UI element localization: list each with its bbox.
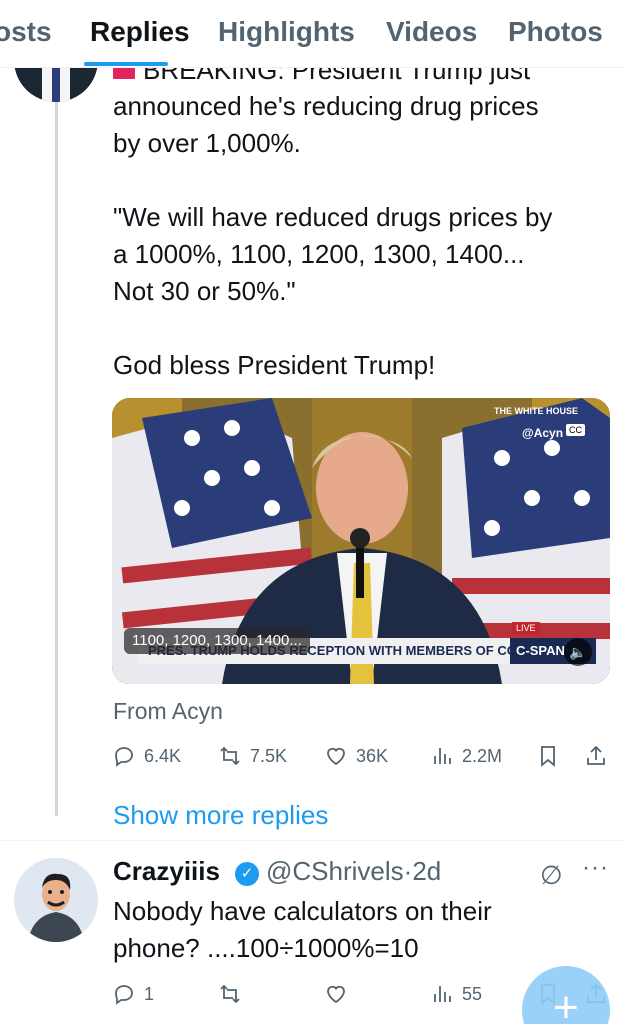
views-button[interactable]: 55 bbox=[430, 982, 482, 1006]
views-button[interactable]: 2.2M bbox=[430, 744, 502, 768]
tweet-text-line: Not 30 or 50%." bbox=[113, 276, 296, 306]
tweet-text-line: a 1000%, 1100, 1200, 1300, 1400... bbox=[113, 239, 525, 269]
view-count: 2.2M bbox=[462, 745, 503, 766]
thread-line bbox=[55, 96, 58, 816]
reply-author-name[interactable]: Crazyiiis bbox=[113, 856, 220, 887]
tab-videos[interactable]: Videos bbox=[386, 16, 477, 48]
repost-count: 7.5K bbox=[250, 745, 288, 766]
views-icon bbox=[434, 748, 451, 764]
reply-count: 1 bbox=[144, 983, 155, 1004]
divider bbox=[0, 840, 624, 841]
tab-highlights[interactable]: Highlights bbox=[218, 16, 355, 48]
active-tab-indicator bbox=[84, 62, 168, 66]
reply-author-handle[interactable]: @CShrivels·2d bbox=[266, 856, 441, 887]
profile-tabs: osts Replies Highlights Videos Photos bbox=[0, 0, 624, 68]
heart-icon bbox=[327, 747, 345, 766]
bookmark-icon bbox=[541, 746, 555, 767]
reply-count: 6.4K bbox=[144, 745, 182, 766]
share-button[interactable] bbox=[584, 744, 616, 768]
like-button[interactable]: 36K bbox=[324, 744, 388, 768]
repost-icon bbox=[220, 984, 240, 1004]
heart-icon bbox=[327, 985, 345, 1004]
cc-badge: CC bbox=[566, 424, 585, 436]
reply-text-line: phone? ....100÷1000%=10 bbox=[113, 933, 419, 963]
tab-posts[interactable]: osts bbox=[0, 16, 52, 48]
white-house-label: THE WHITE HOUSE bbox=[494, 406, 579, 416]
bookmark-button[interactable] bbox=[536, 744, 568, 768]
view-count: 55 bbox=[462, 983, 483, 1004]
reply-avatar[interactable] bbox=[14, 858, 98, 942]
repost-icon bbox=[220, 746, 240, 766]
reply-icon bbox=[115, 747, 133, 767]
tweet-text-line: by over 1,000%. bbox=[113, 128, 301, 158]
live-badge: LIVE bbox=[512, 622, 540, 634]
tweet-text-line: God bless President Trump! bbox=[113, 350, 436, 380]
tweet-actions: 6.4K 7.5K 36K 2.2M bbox=[112, 744, 612, 774]
like-button[interactable] bbox=[324, 982, 356, 1006]
views-icon bbox=[434, 986, 451, 1002]
more-options-icon[interactable]: ··· bbox=[582, 854, 609, 882]
grok-icon[interactable]: ∅ bbox=[540, 860, 563, 891]
tweet-text-line: announced he's reducing drug prices bbox=[113, 91, 539, 121]
reply-text-line: Nobody have calculators on their bbox=[113, 896, 492, 926]
reply-button[interactable]: 1 bbox=[112, 982, 154, 1006]
compose-button[interactable]: + bbox=[522, 966, 610, 1024]
cartoon-avatar-image bbox=[14, 858, 98, 942]
share-icon bbox=[587, 745, 605, 765]
mute-icon[interactable]: 🔈 bbox=[564, 638, 592, 666]
plus-icon: + bbox=[553, 983, 579, 1024]
reply-button[interactable]: 6.4K bbox=[112, 744, 181, 768]
verified-badge-icon: ✓ bbox=[235, 862, 259, 886]
handle-text: @CShrivels bbox=[266, 856, 404, 886]
like-count: 36K bbox=[356, 745, 389, 766]
tweet-text-line: "We will have reduced drugs prices by bbox=[113, 202, 553, 232]
repost-button[interactable]: 7.5K bbox=[218, 744, 287, 768]
tab-photos[interactable]: Photos bbox=[508, 16, 603, 48]
tab-replies[interactable]: Replies bbox=[90, 16, 190, 48]
media-source[interactable]: From Acyn bbox=[113, 698, 223, 725]
watermark: @Acyn bbox=[522, 426, 564, 440]
repost-button[interactable] bbox=[218, 982, 250, 1006]
reply-icon bbox=[115, 985, 133, 1005]
show-more-replies-link[interactable]: Show more replies bbox=[113, 800, 328, 831]
video-caption: 1100, 1200, 1300, 1400... bbox=[124, 628, 310, 654]
reply-time: 2d bbox=[412, 856, 442, 886]
